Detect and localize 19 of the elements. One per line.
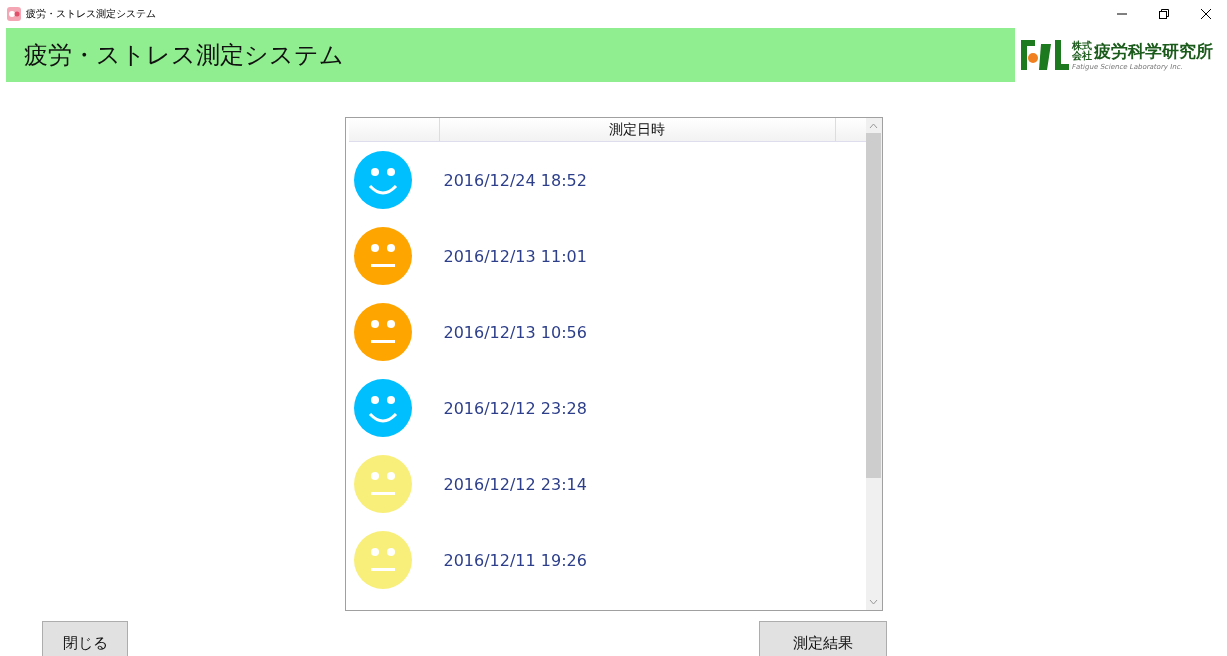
measurement-datetime[interactable]: 2016/12/13 11:01 <box>443 246 587 266</box>
results-button[interactable]: 測定結果 <box>759 621 887 656</box>
measurement-datetime[interactable]: 2016/12/12 23:28 <box>443 398 587 418</box>
scrollbar[interactable] <box>865 118 882 610</box>
restore-icon <box>1159 9 1169 19</box>
app-title: 疲労・ストレス測定システム <box>24 40 344 71</box>
measurement-datetime[interactable]: 2016/12/11 19:26 <box>443 550 587 570</box>
company-prefix: 株式 会社 <box>1072 41 1092 61</box>
logo-mark-icon <box>1021 38 1069 72</box>
measurement-datetime[interactable]: 2016/12/13 10:56 <box>443 322 587 342</box>
measurement-datetime[interactable]: 2016/12/12 23:14 <box>443 474 587 494</box>
scroll-up-icon[interactable] <box>869 123 878 129</box>
close-icon <box>1201 9 1211 19</box>
measurement-datetime[interactable]: 2016/12/24 18:52 <box>443 170 587 190</box>
window-title: 疲労・ストレス測定システム <box>26 7 156 21</box>
close-app-button[interactable]: 閉じる <box>42 621 128 656</box>
scroll-down-icon[interactable] <box>869 599 878 605</box>
company-name: 疲労科学研究所 <box>1094 39 1213 63</box>
app-icon <box>7 7 21 21</box>
